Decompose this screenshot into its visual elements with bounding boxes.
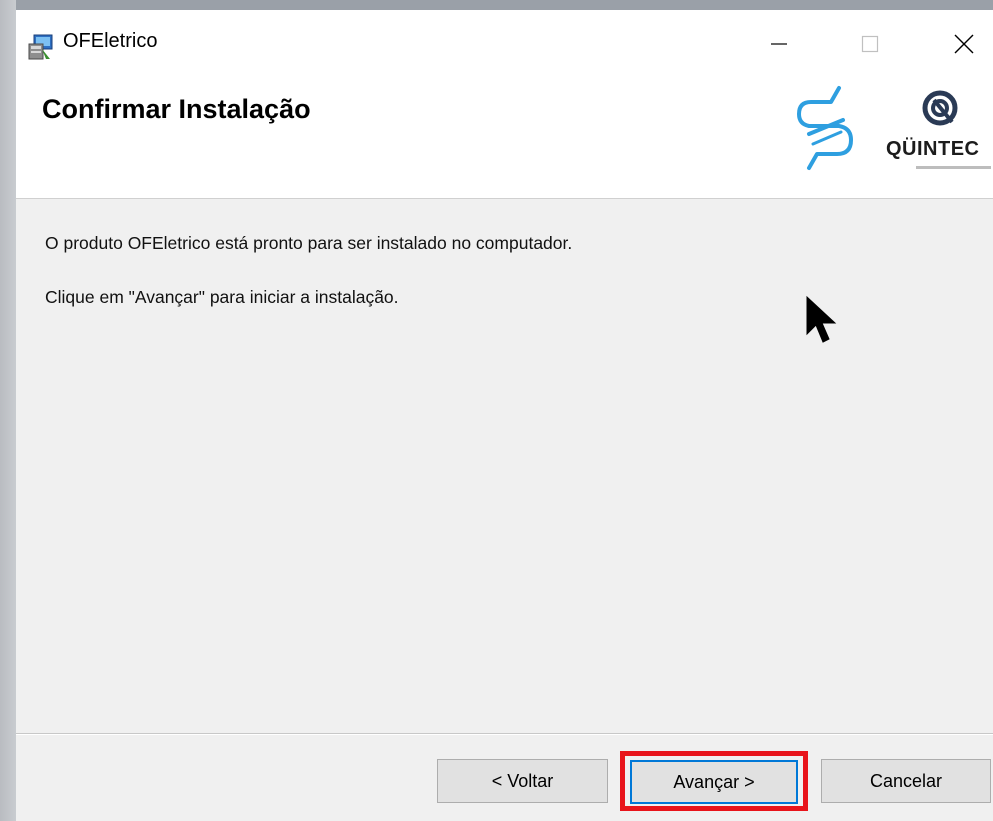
title-bar[interactable]: OFEletrico	[16, 10, 993, 66]
window-title: OFEletrico	[63, 30, 158, 52]
minimize-button[interactable]	[749, 20, 809, 68]
close-icon	[954, 34, 974, 54]
cancel-button[interactable]: Cancelar	[821, 759, 991, 803]
body-text-ready: O produto OFEletrico está pronto para se…	[45, 233, 573, 253]
quintec-logo-text: QÜINTEC	[886, 138, 980, 160]
next-button-highlight	[620, 751, 808, 811]
quintec-emblem-icon	[922, 90, 958, 126]
maximize-button[interactable]	[840, 20, 900, 68]
stylized-s-logo	[797, 86, 853, 170]
body-text-instruction: Clique em "Avançar" para iniciar a insta…	[45, 287, 399, 307]
header-panel: Confirmar Instalação QÜINTEC	[16, 66, 993, 199]
mouse-cursor-icon	[806, 295, 837, 343]
quintec-logo: QÜINTEC	[886, 86, 993, 176]
page-title: Confirmar Instalação	[42, 94, 311, 124]
installer-app-icon	[28, 34, 53, 60]
window-frame-edge	[16, 0, 993, 10]
maximize-icon	[861, 35, 879, 53]
installer-window: OFEletrico Confirmar Instalação QÜINTEC …	[0, 0, 993, 821]
back-button[interactable]: < Voltar	[437, 759, 608, 803]
close-button[interactable]	[934, 20, 993, 68]
quintec-tagline	[916, 166, 991, 169]
minimize-icon	[771, 43, 787, 45]
button-area-divider	[16, 733, 993, 734]
